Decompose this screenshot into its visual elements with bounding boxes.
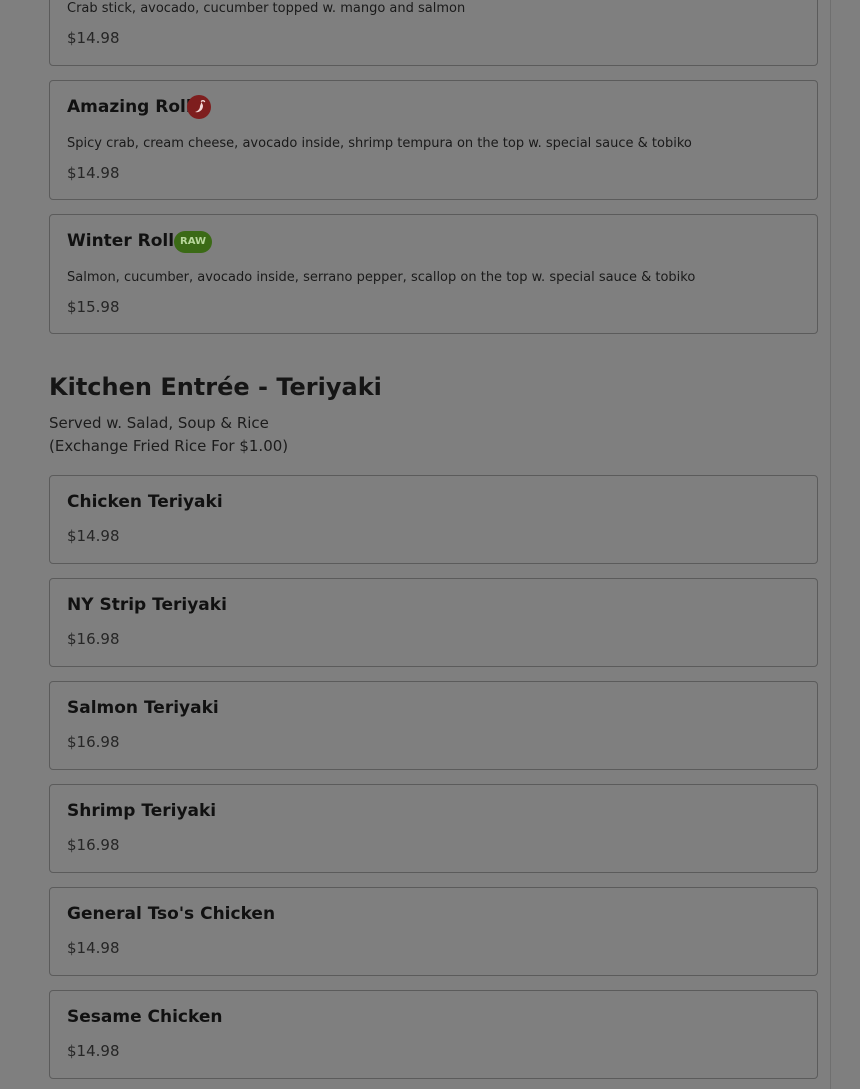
menu-page: Crab stick, avocado, cucumber topped w. … xyxy=(0,0,831,1089)
item-description: Spicy crab, cream cheese, avocado inside… xyxy=(67,136,692,151)
item-price: $14.98 xyxy=(67,1042,120,1060)
item-name: Salmon Teriyaki xyxy=(67,698,219,718)
item-name: Shrimp Teriyaki xyxy=(67,801,217,821)
item-name: Winter Roll xyxy=(67,231,175,251)
item-price: $14.98 xyxy=(67,164,120,182)
section-title: Kitchen Entrée - Teriyaki xyxy=(49,373,382,401)
section-note-exchange: (Exchange Fried Rice For $1.00) xyxy=(49,437,289,455)
menu-item-card-general-tsos-chicken[interactable]: General Tso's Chicken $14.98 xyxy=(49,887,818,976)
section-note: Served w. Salad, Soup & Rice xyxy=(49,414,269,432)
menu-item-card-shrimp-teriyaki[interactable]: Shrimp Teriyaki $16.98 xyxy=(49,784,818,873)
item-name: Amazing Roll xyxy=(67,97,192,117)
menu-item-card-sesame-chicken[interactable]: Sesame Chicken $14.98 xyxy=(49,990,818,1079)
item-name: Sesame Chicken xyxy=(67,1007,223,1027)
item-name: Chicken Teriyaki xyxy=(67,492,223,512)
menu-item-card-salmon-teriyaki[interactable]: Salmon Teriyaki $16.98 xyxy=(49,681,818,770)
menu-item-card-ny-strip-teriyaki[interactable]: NY Strip Teriyaki $16.98 xyxy=(49,578,818,667)
item-price: $14.98 xyxy=(67,527,120,545)
item-price: $16.98 xyxy=(67,836,120,854)
menu-item-card-amazing-roll[interactable]: Amazing Roll Spicy crab, cream cheese, a… xyxy=(49,80,818,200)
scroll-rail[interactable] xyxy=(831,0,860,1089)
item-price: $15.98 xyxy=(67,298,120,316)
spicy-icon xyxy=(187,95,211,119)
menu-item-card[interactable]: Crab stick, avocado, cucumber topped w. … xyxy=(49,0,818,66)
menu-item-card-chicken-teriyaki[interactable]: Chicken Teriyaki $14.98 xyxy=(49,475,818,564)
item-description: Crab stick, avocado, cucumber topped w. … xyxy=(67,1,466,16)
item-price: $14.98 xyxy=(67,29,120,47)
raw-badge: RAW xyxy=(174,231,213,253)
item-name: General Tso's Chicken xyxy=(67,904,276,924)
item-description: Salmon, cucumber, avocado inside, serran… xyxy=(67,270,696,285)
item-price: $16.98 xyxy=(67,630,120,648)
item-price: $16.98 xyxy=(67,733,120,751)
item-price: $14.98 xyxy=(67,939,120,957)
menu-item-card-winter-roll[interactable]: Winter Roll RAW Salmon, cucumber, avocad… xyxy=(49,214,818,334)
item-name: NY Strip Teriyaki xyxy=(67,595,227,615)
